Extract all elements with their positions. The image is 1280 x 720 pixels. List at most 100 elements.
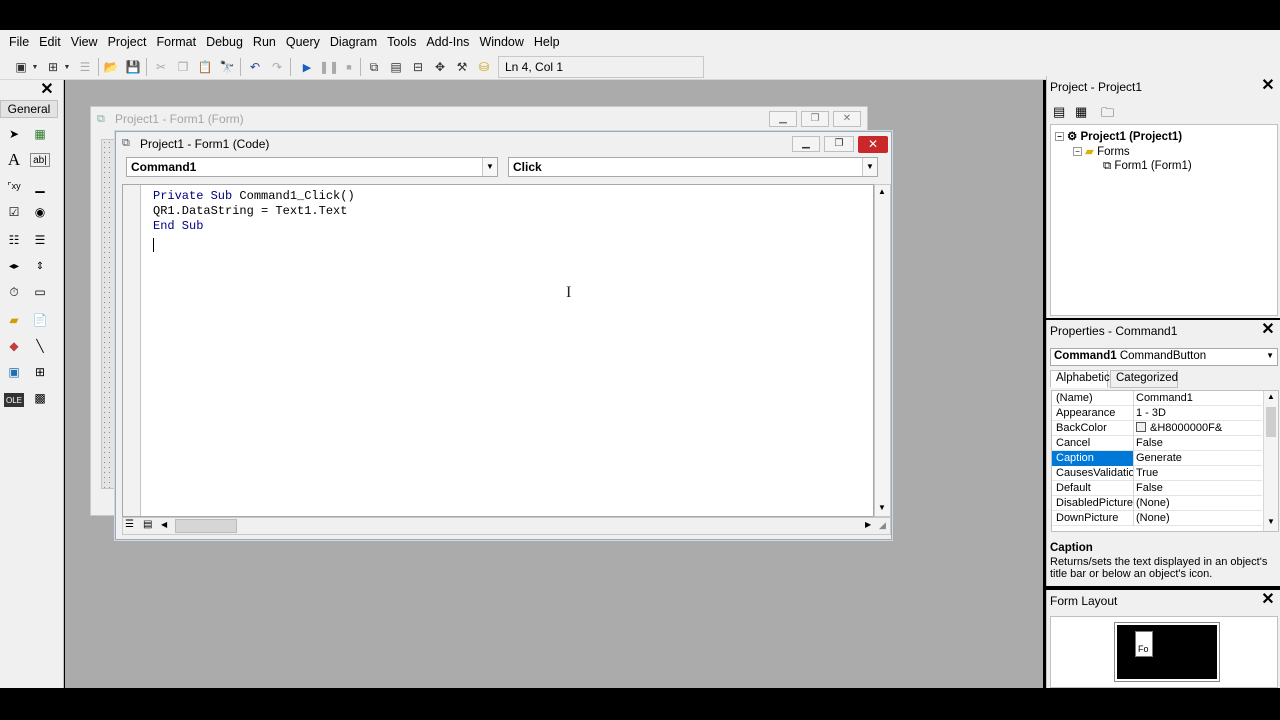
undo-icon[interactable]: ↶ — [246, 58, 264, 76]
menu-window[interactable]: Window — [474, 35, 528, 49]
start-icon[interactable]: ▶ — [298, 58, 316, 76]
find-icon[interactable]: 🔭 — [218, 58, 236, 76]
add-project-dropdown-icon[interactable]: ▼ — [30, 58, 40, 76]
property-grid-scrollbar[interactable]: ▲ ▼ — [1263, 391, 1278, 531]
scroll-up-icon[interactable]: ▲ — [1267, 392, 1275, 401]
property-row[interactable]: Appearance 1 - 3D — [1052, 406, 1262, 421]
scroll-thumb[interactable] — [1266, 407, 1276, 437]
textbox-icon[interactable]: ab| — [30, 153, 50, 167]
break-icon[interactable]: ❚❚ — [319, 58, 339, 76]
chevron-down-icon[interactable]: ▼ — [1266, 351, 1274, 360]
tab-categorized[interactable]: Categorized — [1110, 370, 1178, 388]
tree-item-forms[interactable]: − ▰ Forms — [1073, 144, 1130, 158]
close-button[interactable]: ✕ — [858, 136, 888, 153]
menu-file[interactable]: File — [4, 35, 34, 49]
pointer-icon[interactable]: ➤ — [4, 124, 24, 144]
menu-view[interactable]: View — [66, 35, 103, 49]
tab-alphabetic[interactable]: Alphabetic — [1050, 370, 1110, 388]
code-line[interactable]: End Sub — [153, 219, 203, 233]
data-view-icon[interactable]: ⛁ — [475, 58, 493, 76]
resize-grip-icon[interactable]: ◢ — [879, 520, 886, 531]
frame-icon[interactable]: ⌜xy — [4, 176, 24, 196]
add-project-icon[interactable]: ▣ — [12, 58, 30, 76]
tree-item-form1[interactable]: ⧉ Form1 (Form1) — [1103, 160, 1192, 173]
vscrollbar-icon[interactable]: ⇕ — [30, 256, 50, 276]
property-row[interactable]: Cancel False — [1052, 436, 1262, 451]
vertical-scrollbar[interactable]: ▲ ▼ — [874, 184, 891, 517]
object-dropdown[interactable]: Command1 ▼ — [126, 157, 498, 177]
form-layout-icon[interactable]: ⊟ — [409, 58, 427, 76]
property-row[interactable]: CausesValidation True — [1052, 466, 1262, 481]
picturebox-icon[interactable]: ▦ — [30, 124, 50, 144]
scroll-up-icon[interactable]: ▲ — [878, 187, 886, 196]
code-window[interactable]: ⧉ Project1 - Form1 (Code) ▁ ❐ ✕ Command1… — [115, 131, 892, 540]
toggle-folders-icon[interactable]: 🗀 — [1101, 104, 1114, 126]
chevron-down-icon[interactable]: ▼ — [862, 158, 877, 176]
menu-tools[interactable]: Tools — [382, 35, 421, 49]
menu-project[interactable]: Project — [103, 35, 152, 49]
minimize-button[interactable]: ▁ — [769, 111, 797, 127]
object-browser-icon[interactable]: ✥ — [431, 58, 449, 76]
filelistbox-icon[interactable]: 📄 — [30, 310, 50, 330]
close-icon[interactable]: ✕ — [38, 82, 56, 98]
property-row[interactable]: Default False — [1052, 481, 1262, 496]
toolbox-tab-general[interactable]: General — [0, 100, 58, 118]
minimize-button[interactable]: ▁ — [792, 136, 820, 152]
procedure-view-icon[interactable]: ☰ — [125, 519, 134, 530]
scroll-left-icon[interactable]: ◀ — [161, 520, 167, 529]
timer-icon[interactable]: ⏱ — [4, 282, 24, 302]
menu-add-ins[interactable]: Add-Ins — [421, 35, 474, 49]
listbox-icon[interactable]: ☰ — [30, 230, 50, 250]
scroll-right-icon[interactable]: ▶ — [865, 520, 871, 529]
optionbutton-icon[interactable]: ◉ — [30, 202, 50, 222]
checkbox-icon[interactable]: ☑ — [4, 202, 24, 222]
close-icon[interactable]: ✕ — [1259, 322, 1277, 340]
line-icon[interactable]: ╲ — [30, 336, 50, 356]
maximize-button[interactable]: ❐ — [824, 136, 854, 152]
dirlistbox-icon[interactable]: ▰ — [4, 310, 24, 330]
properties-window-icon[interactable]: ▤ — [387, 58, 405, 76]
view-code-icon[interactable]: ▤ — [1053, 104, 1065, 120]
view-object-icon[interactable]: ▦ — [1075, 104, 1087, 120]
menu-run[interactable]: Run — [248, 35, 281, 49]
scroll-down-icon[interactable]: ▼ — [1267, 517, 1275, 526]
property-row-selected[interactable]: Caption Generate — [1052, 451, 1262, 466]
cut-icon[interactable]: ✂ — [152, 58, 170, 76]
add-form-icon[interactable]: ⊞ — [44, 58, 62, 76]
menu-format[interactable]: Format — [151, 35, 201, 49]
redo-icon[interactable]: ↷ — [268, 58, 286, 76]
code-editor[interactable]: Private Sub Command1_Click() QR1.DataStr… — [122, 184, 874, 517]
toolbox-icon[interactable]: ⚒ — [453, 58, 471, 76]
property-row[interactable]: DownPicture (None) — [1052, 511, 1262, 526]
close-icon[interactable]: ✕ — [1259, 78, 1277, 96]
commandbutton-icon[interactable]: ▁ — [30, 176, 50, 196]
end-icon[interactable]: ■ — [340, 58, 358, 76]
close-icon[interactable]: ✕ — [1259, 592, 1277, 610]
collapse-icon[interactable]: − — [1073, 147, 1082, 157]
add-form-dropdown-icon[interactable]: ▼ — [62, 58, 72, 76]
menu-query[interactable]: Query — [281, 35, 325, 49]
property-row[interactable]: (Name) Command1 — [1052, 391, 1262, 406]
copy-icon[interactable]: ❐ — [174, 58, 192, 76]
menu-debug[interactable]: Debug — [201, 35, 248, 49]
tree-item-project[interactable]: − ⚙ Project1 (Project1) — [1055, 129, 1182, 143]
chevron-down-icon[interactable]: ▼ — [482, 158, 497, 176]
menu-editor-icon[interactable]: ☰ — [76, 58, 94, 76]
drivelistbox-icon[interactable]: ▭ — [30, 282, 50, 302]
ole-icon[interactable]: OLE — [4, 393, 24, 407]
qrcode-control-icon[interactable]: ▩ — [30, 388, 50, 408]
menu-edit[interactable]: Edit — [34, 35, 66, 49]
hscrollbar-icon[interactable]: ◂▸ — [4, 256, 24, 276]
object-selector[interactable]: Command1 CommandButton ▼ — [1050, 348, 1278, 366]
menu-diagram[interactable]: Diagram — [325, 35, 382, 49]
label-icon[interactable]: A — [4, 150, 24, 170]
project-explorer-icon[interactable]: ⧉ — [365, 58, 383, 76]
save-project-icon[interactable]: 💾 — [124, 58, 142, 76]
collapse-icon[interactable]: − — [1055, 132, 1064, 142]
property-row[interactable]: BackColor &H8000000F& — [1052, 421, 1262, 436]
full-module-view-icon[interactable]: ▤ — [143, 519, 152, 530]
open-project-icon[interactable]: 📂 — [102, 58, 120, 76]
menu-help[interactable]: Help — [529, 35, 565, 49]
close-button[interactable]: ✕ — [833, 111, 861, 127]
maximize-button[interactable]: ❐ — [801, 111, 829, 127]
